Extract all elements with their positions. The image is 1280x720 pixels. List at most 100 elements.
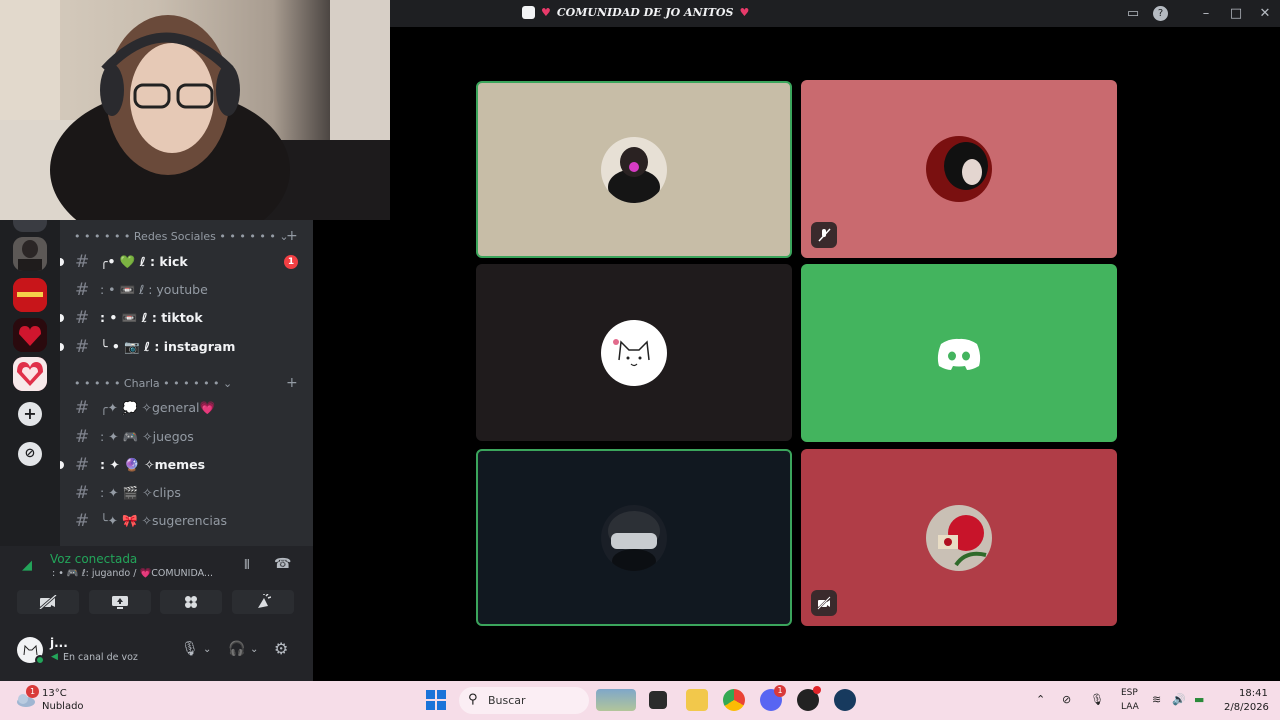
window-titlebar: ♥ COMUNIDAD DE JO ANITOS ♥ ▭ ? – □ ✕ (390, 0, 1280, 27)
discord-badge: 1 (774, 685, 786, 697)
text-channel-icon: # (75, 280, 90, 300)
participant-tile[interactable] (801, 449, 1117, 626)
text-channel-icon: # (75, 398, 90, 418)
noise-suppression-icon[interactable]: ⦀ (244, 558, 250, 573)
heart-icon: ♥ (739, 6, 750, 19)
task-view-icon[interactable] (649, 691, 667, 709)
channel-instagram[interactable]: # ╰ • 📷 ℓ : instagram (60, 334, 313, 360)
wifi-icon[interactable]: ≋ (1152, 693, 1161, 706)
participant-tile[interactable] (476, 264, 792, 441)
windows-start-button[interactable] (426, 690, 446, 710)
create-channel-button[interactable]: + (286, 228, 298, 244)
battery-icon[interactable]: ▬ (1194, 693, 1204, 706)
server-icon[interactable] (13, 220, 47, 232)
notification-dot (813, 686, 821, 694)
channel-memes[interactable]: # : ✦ 🔮 ✧memes (60, 452, 313, 478)
help-icon[interactable]: ? (1153, 6, 1168, 21)
chevron-down-icon[interactable]: ⌄ (250, 644, 258, 655)
network-off-icon[interactable]: ⊘ (1062, 693, 1071, 706)
webcam-overlay (0, 0, 390, 220)
server-icon[interactable] (13, 357, 47, 391)
discord-taskbar-icon[interactable]: 1 (760, 685, 786, 711)
activities-button[interactable] (160, 590, 222, 614)
weather-condition[interactable]: Nublado (42, 701, 84, 712)
server-icon[interactable] (13, 278, 47, 312)
clock-time[interactable]: 18:41 (1239, 688, 1268, 699)
search-box[interactable]: ⚲ Buscar (459, 687, 589, 714)
disconnect-icon[interactable]: ☎ (274, 556, 291, 572)
file-explorer-icon[interactable] (686, 689, 708, 711)
helmet-avatar (601, 504, 667, 571)
chevron-up-icon[interactable]: ⌃ (1036, 693, 1045, 706)
voice-status[interactable]: Voz conectada (50, 552, 137, 566)
windows-taskbar: 1 13°C Nublado ⚲ Buscar 1 ⌃ ⊘ 🎙 ESP LAA … (0, 681, 1280, 720)
channel-sugerencias[interactable]: # ╰✦ 🎀 ✧sugerencias (60, 508, 313, 534)
steam-icon[interactable] (834, 689, 856, 711)
connection-signal-icon[interactable]: ◢ (22, 558, 32, 573)
explore-servers-button[interactable]: ⊘ (18, 442, 42, 466)
keyboard-layout[interactable]: LAA (1121, 702, 1139, 712)
maximize-button[interactable]: □ (1227, 5, 1245, 23)
inbox-icon[interactable]: ▭ (1124, 5, 1142, 23)
add-server-button[interactable]: + (18, 402, 42, 426)
text-channel-icon: # (75, 308, 90, 328)
widgets-news-icon[interactable] (596, 689, 636, 711)
weather-temp[interactable]: 13°C (42, 688, 67, 699)
server-icon[interactable] (13, 237, 47, 271)
video-off-button[interactable] (17, 590, 79, 614)
unread-indicator (60, 258, 64, 266)
server-icon[interactable] (13, 318, 47, 352)
participant-tile[interactable] (476, 81, 792, 258)
online-status-icon (35, 655, 45, 665)
voice-stage (390, 27, 1280, 681)
gear-icon[interactable]: ⚙ (274, 639, 288, 658)
channel-youtube[interactable]: # : • 📼 ℓ : youtube (60, 277, 313, 303)
webcam-feed-image (0, 0, 390, 220)
chevron-down-icon[interactable]: ⌄ (203, 644, 211, 655)
create-channel-button[interactable]: + (286, 375, 298, 391)
participant-tile[interactable] (801, 264, 1117, 442)
video-off-icon (811, 590, 837, 616)
participant-tile[interactable] (476, 449, 792, 626)
soundboard-button[interactable] (232, 590, 294, 614)
clock-date[interactable]: 2/8/2026 (1224, 702, 1269, 713)
microphone-icon[interactable]: 🎙 (1090, 693, 1104, 706)
voice-panel: ◢ Voz conectada : • 🎮 ℓ: jugando / 💗COMU… (0, 546, 313, 681)
text-channel-icon: # (75, 483, 90, 503)
category-redes-sociales[interactable]: • • • • • • Redes Sociales • • • • • • ⌄ (74, 230, 289, 246)
weather-badge: 1 (26, 685, 39, 698)
search-icon: ⚲ (468, 692, 478, 707)
voice-channel-name[interactable]: : • 🎮 ℓ: jugando / 💗COMUNIDA... (52, 568, 232, 579)
chrome-icon[interactable] (723, 689, 745, 711)
channel-tiktok[interactable]: # : • 📼 ℓ : tiktok (60, 305, 313, 331)
app-icon[interactable] (797, 686, 821, 711)
screen: ♥ COMUNIDAD DE JO ANITOS ♥ ▭ ? – □ ✕ + ⊘… (0, 0, 1280, 720)
text-channel-icon: # (75, 252, 90, 272)
category-charla[interactable]: • • • • • Charla • • • • • • ⌄ (74, 377, 232, 393)
channel-kick[interactable]: # ╭• 💚 ℓ : kick 1 (60, 249, 313, 275)
screen-share-button[interactable] (89, 590, 151, 614)
language-indicator[interactable]: ESP (1121, 688, 1138, 698)
user-panel: j... ◀ En canal de voz 🎙 ⌄ 🎧 ⌄ ⚙ (0, 627, 313, 673)
volume-icon[interactable]: 🔊 (1172, 693, 1186, 706)
channel-general[interactable]: # ╭✦ 💭 ✧general💗 (60, 395, 313, 421)
discord-logo-icon (522, 6, 535, 19)
channel-clips[interactable]: # : ✦ 🎬 ✧clips (60, 480, 313, 506)
participant-tile[interactable] (801, 80, 1117, 258)
weather-widget[interactable]: 1 (14, 685, 39, 708)
avatar[interactable] (17, 637, 45, 665)
close-button[interactable]: ✕ (1256, 5, 1274, 23)
headphones-icon[interactable]: 🎧 (228, 641, 245, 657)
text-channel-icon: # (75, 455, 90, 475)
mention-badge: 1 (284, 255, 298, 269)
heart-icon: ♥ (541, 6, 551, 19)
user-status: En canal de voz (63, 652, 138, 663)
microphone-icon[interactable]: 🎙 (181, 641, 199, 657)
username[interactable]: j... (50, 636, 68, 650)
speaker-icon: ◀ (51, 652, 58, 662)
red-photo-avatar (926, 136, 992, 202)
minimize-button[interactable]: – (1197, 5, 1215, 23)
channel-juegos[interactable]: # : ✦ 🎮 ✧juegos (60, 424, 313, 450)
dark-photo-avatar (601, 136, 667, 203)
unread-indicator (60, 314, 64, 322)
